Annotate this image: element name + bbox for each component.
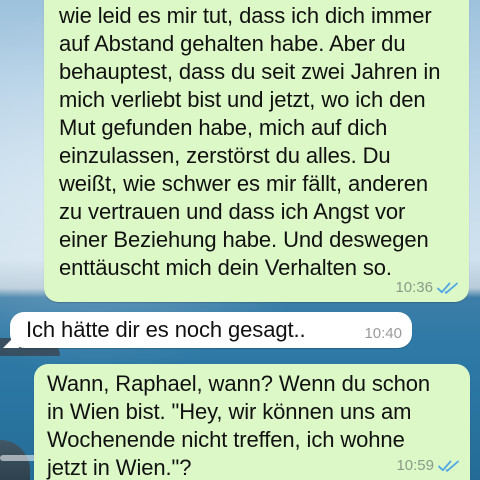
- message-time: 10:59: [396, 457, 434, 474]
- message-time: 10:40: [364, 325, 402, 342]
- message-text: Ich hätte dir es noch gesagt..: [26, 317, 306, 342]
- double-check-read-icon: [437, 282, 458, 294]
- message-time: 10:36: [395, 279, 433, 296]
- message-meta: 10:40: [364, 326, 402, 342]
- message-bubble-incoming[interactable]: Ich hätte dir es noch gesagt.. 10:40: [3, 312, 412, 348]
- message-meta: 10:36: [395, 280, 459, 296]
- message-bubble-outgoing[interactable]: Wann, Raphael, wann? Wenn du schon in Wi…: [34, 364, 470, 480]
- message-text: wie leid es mir tut, dass ich dich immer…: [59, 3, 441, 280]
- message-meta: 10:59: [396, 458, 460, 474]
- double-check-read-icon: [438, 460, 459, 472]
- message-bubble-outgoing[interactable]: wie leid es mir tut, dass ich dich immer…: [44, 0, 469, 302]
